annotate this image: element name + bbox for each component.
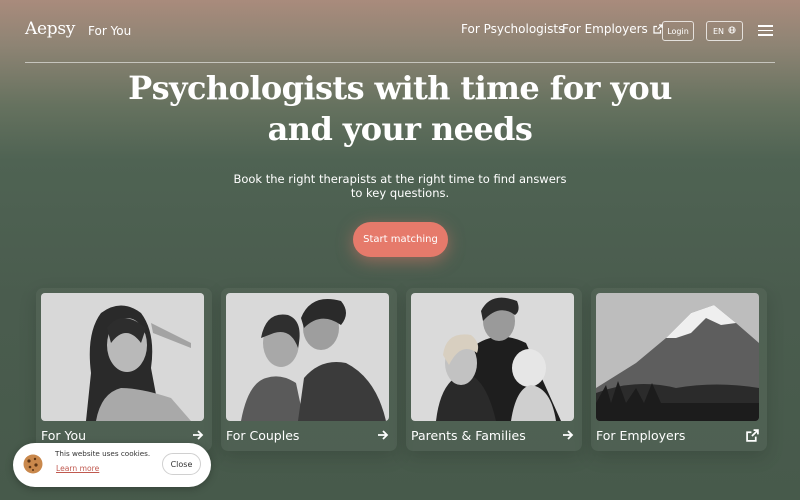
hero-title: Psychologists with time for you and your…: [128, 69, 672, 148]
arrow-right-icon: [562, 429, 574, 441]
login-button[interactable]: Login: [662, 21, 694, 41]
logo[interactable]: Aepsy: [25, 19, 75, 39]
cookie-icon: [22, 453, 44, 479]
card-label: For You: [41, 428, 87, 443]
arrow-right-icon: [192, 429, 204, 441]
card-for-employers[interactable]: For Employers: [591, 288, 767, 451]
cookie-message: This website uses cookies.: [55, 449, 151, 458]
site-header: Aepsy For You For Psychologists For Empl…: [0, 0, 800, 62]
learn-more-link[interactable]: Learn more: [56, 464, 99, 473]
hero-subtitle: Book the right therapists at the right t…: [233, 172, 567, 200]
nav-for-employers-label: For Employers: [562, 22, 648, 36]
card-label: Parents & Families: [411, 428, 526, 443]
start-matching-button[interactable]: Start matching: [353, 222, 448, 257]
mountain-photo: [596, 293, 759, 421]
nav-for-employers[interactable]: For Employers: [562, 22, 663, 36]
card-label: For Employers: [596, 428, 686, 443]
language-label: EN: [712, 26, 725, 36]
external-link-icon: [746, 429, 759, 442]
card-label: For Couples: [226, 428, 300, 443]
globe-icon: [728, 26, 736, 36]
arrow-right-icon: [377, 429, 389, 441]
header-divider: [25, 62, 775, 63]
woman-portrait-photo: [41, 293, 204, 421]
language-selector[interactable]: EN: [706, 21, 743, 41]
cookie-close-button[interactable]: Close: [162, 453, 201, 475]
nav-for-you[interactable]: For You: [88, 24, 131, 38]
couple-photo: [226, 293, 389, 421]
family-photo: [411, 293, 574, 421]
card-for-you[interactable]: For You: [36, 288, 212, 451]
cookie-banner: This website uses cookies. Learn more Cl…: [13, 443, 211, 487]
nav-for-psychologists[interactable]: For Psychologists: [461, 22, 564, 36]
hamburger-menu-icon[interactable]: [758, 25, 773, 36]
card-for-couples[interactable]: For Couples: [221, 288, 397, 451]
card-parents-families[interactable]: Parents & Families: [406, 288, 582, 451]
